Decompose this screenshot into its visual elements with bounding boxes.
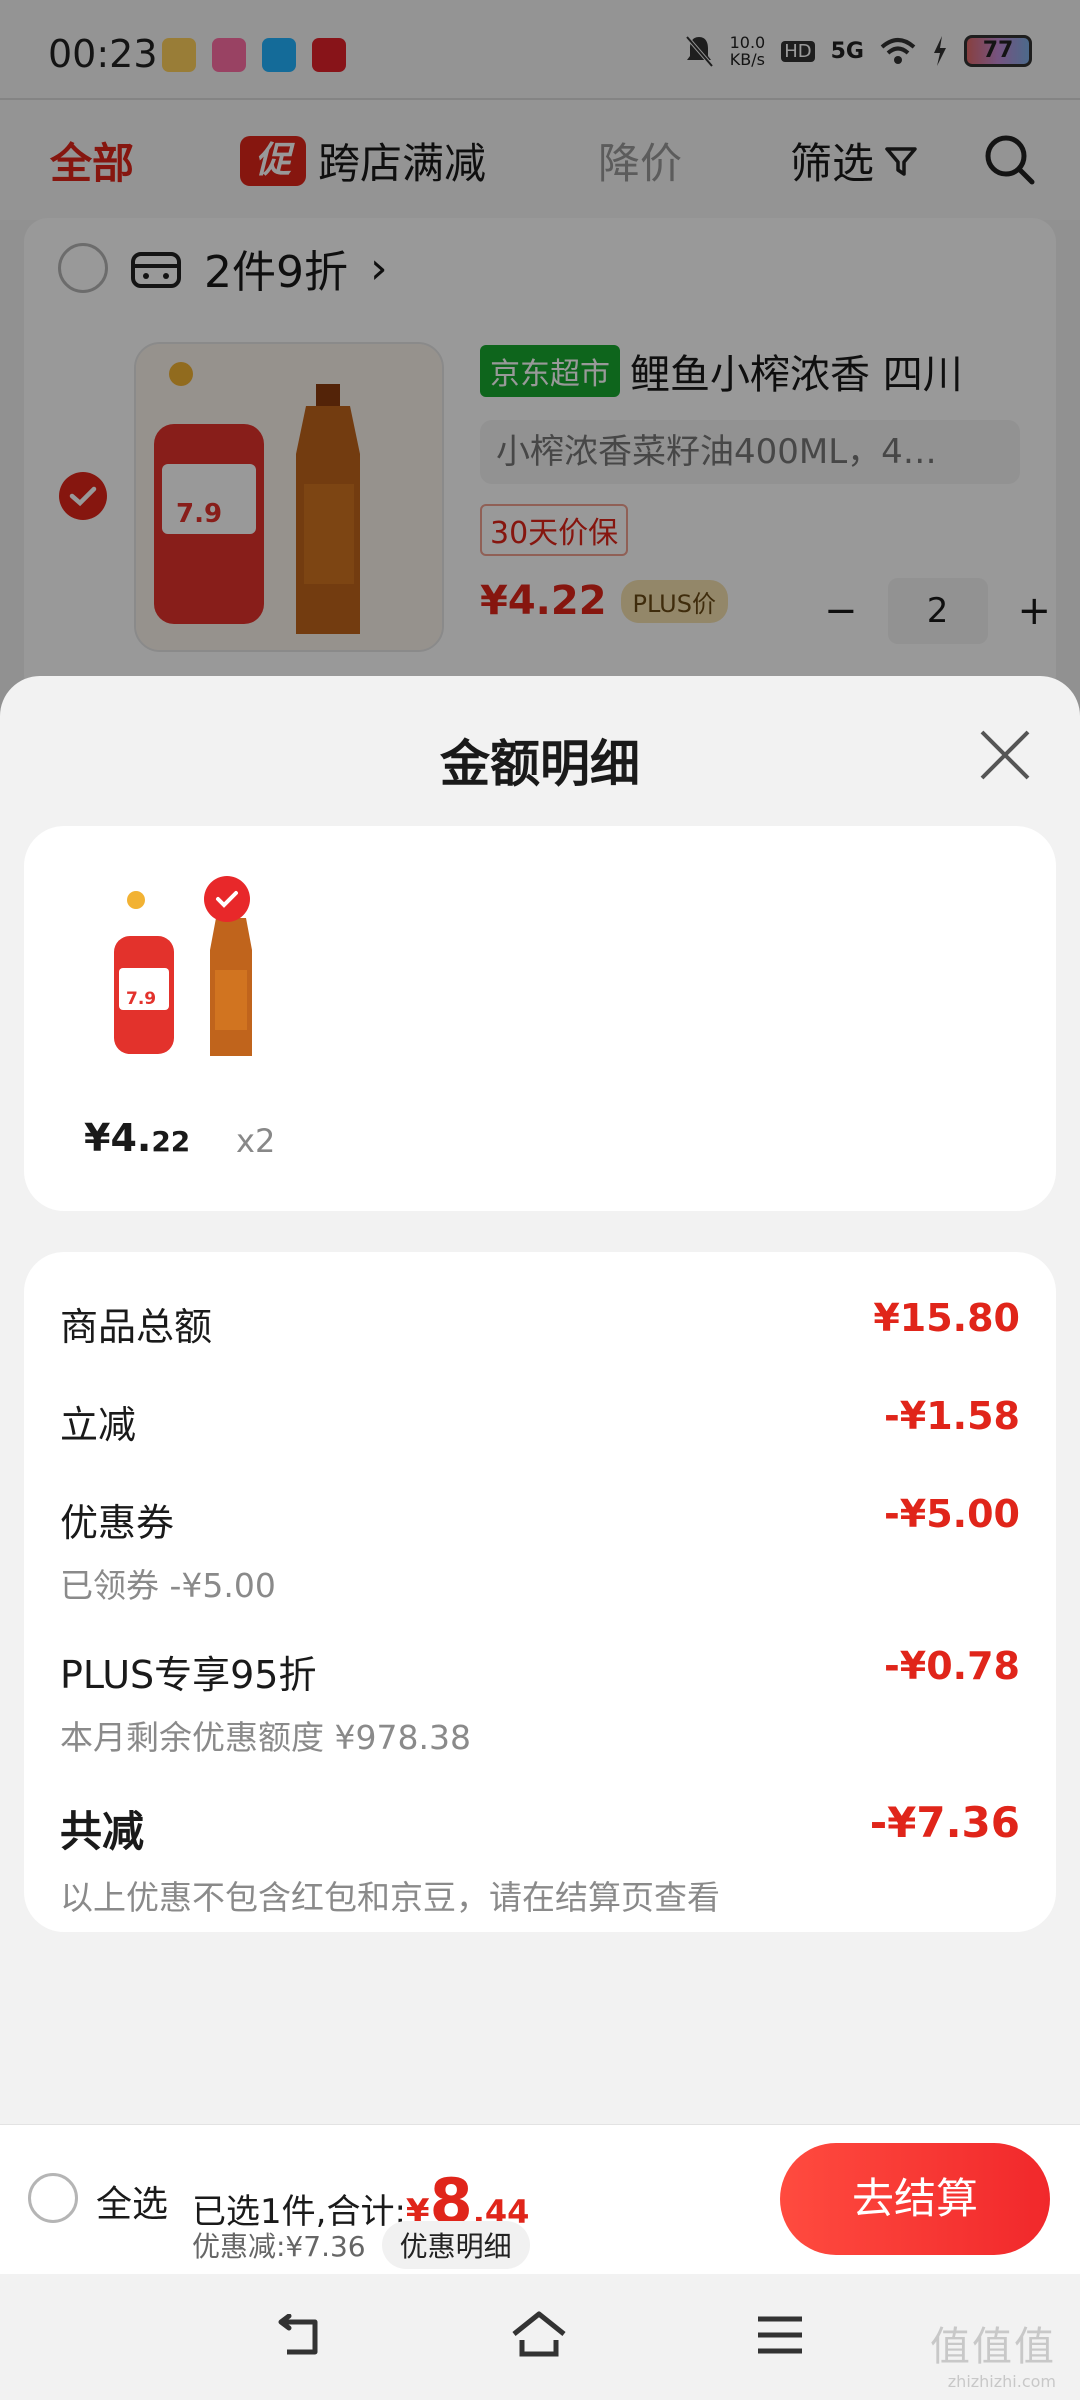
plus-discount-label: PLUS专享95折 — [60, 1653, 317, 1697]
coupon-row: 优惠券 -¥5.00 已领券 -¥5.00 — [60, 1492, 1020, 1607]
discount-detail-button[interactable]: 优惠明细 — [381, 2221, 530, 2269]
home-icon[interactable] — [510, 2310, 568, 2360]
plus-discount-sub: 本月剩余优惠额度 ¥978.38 — [60, 1718, 471, 1757]
instant-discount-label: 立减 — [60, 1403, 137, 1447]
coupon-sub: 已领券 -¥5.00 — [60, 1566, 276, 1605]
coupon-label: 优惠券 — [60, 1501, 175, 1545]
goods-total-row: 商品总额 ¥15.80 — [60, 1296, 1020, 1351]
total-reduction-row: 共减 -¥7.36 以上优惠不包含红包和京豆，请在结算页查看 — [60, 1798, 1020, 1919]
thumbnail-check-icon — [204, 876, 250, 922]
menu-icon[interactable] — [756, 2314, 804, 2356]
discount-summary: 优惠减:¥7.36 优惠明细 — [192, 2221, 530, 2269]
coupon-value: -¥5.00 — [884, 1492, 1020, 1536]
svg-text:7.9: 7.9 — [126, 989, 156, 1009]
total-reduction-note: 以上优惠不包含红包和京豆，请在结算页查看 — [60, 1878, 720, 1917]
sheet-title: 金额明细 — [440, 735, 640, 793]
instant-discount-value: -¥1.58 — [884, 1394, 1020, 1438]
plus-discount-row: PLUS专享95折 -¥0.78 本月剩余优惠额度 ¥978.38 — [60, 1644, 1020, 1759]
back-icon[interactable] — [275, 2314, 327, 2360]
system-nav-bar: 值值值 zhizhizhi.com — [0, 2274, 1080, 2400]
amount-detail-sheet: 金额明细 7.9 ¥4.22 x2 商品总额 ¥15.80 立减 -¥1.58 … — [0, 676, 1080, 2124]
instant-discount-row: 立减 -¥1.58 — [60, 1394, 1020, 1449]
product-thumbnail[interactable]: 7.9 — [74, 886, 274, 1076]
goods-total-value: ¥15.80 — [873, 1296, 1020, 1340]
discount-text: 优惠减:¥7.36 — [192, 2230, 366, 2263]
close-icon[interactable] — [976, 726, 1034, 784]
select-all-radio[interactable] — [28, 2173, 78, 2223]
watermark: 值值值 zhizhizhi.com — [930, 2324, 1056, 2391]
item-quantity: x2 — [236, 1122, 276, 1160]
amount-breakdown-card: 商品总额 ¥15.80 立减 -¥1.58 优惠券 -¥5.00 已领券 -¥5… — [24, 1252, 1056, 1932]
checkout-bar: 全选 已选1件,合计: ¥8.44 优惠减:¥7.36 优惠明细 去结算 — [0, 2124, 1080, 2274]
check-icon — [216, 891, 238, 908]
checkout-button[interactable]: 去结算 — [780, 2143, 1050, 2255]
item-price: ¥4.22 — [84, 1116, 191, 1160]
plus-discount-value: -¥0.78 — [884, 1644, 1020, 1688]
selected-items-card: 7.9 ¥4.22 x2 — [24, 826, 1056, 1211]
total-reduction-value: -¥7.36 — [869, 1798, 1020, 1847]
select-all-label[interactable]: 全选 — [96, 2175, 168, 2227]
